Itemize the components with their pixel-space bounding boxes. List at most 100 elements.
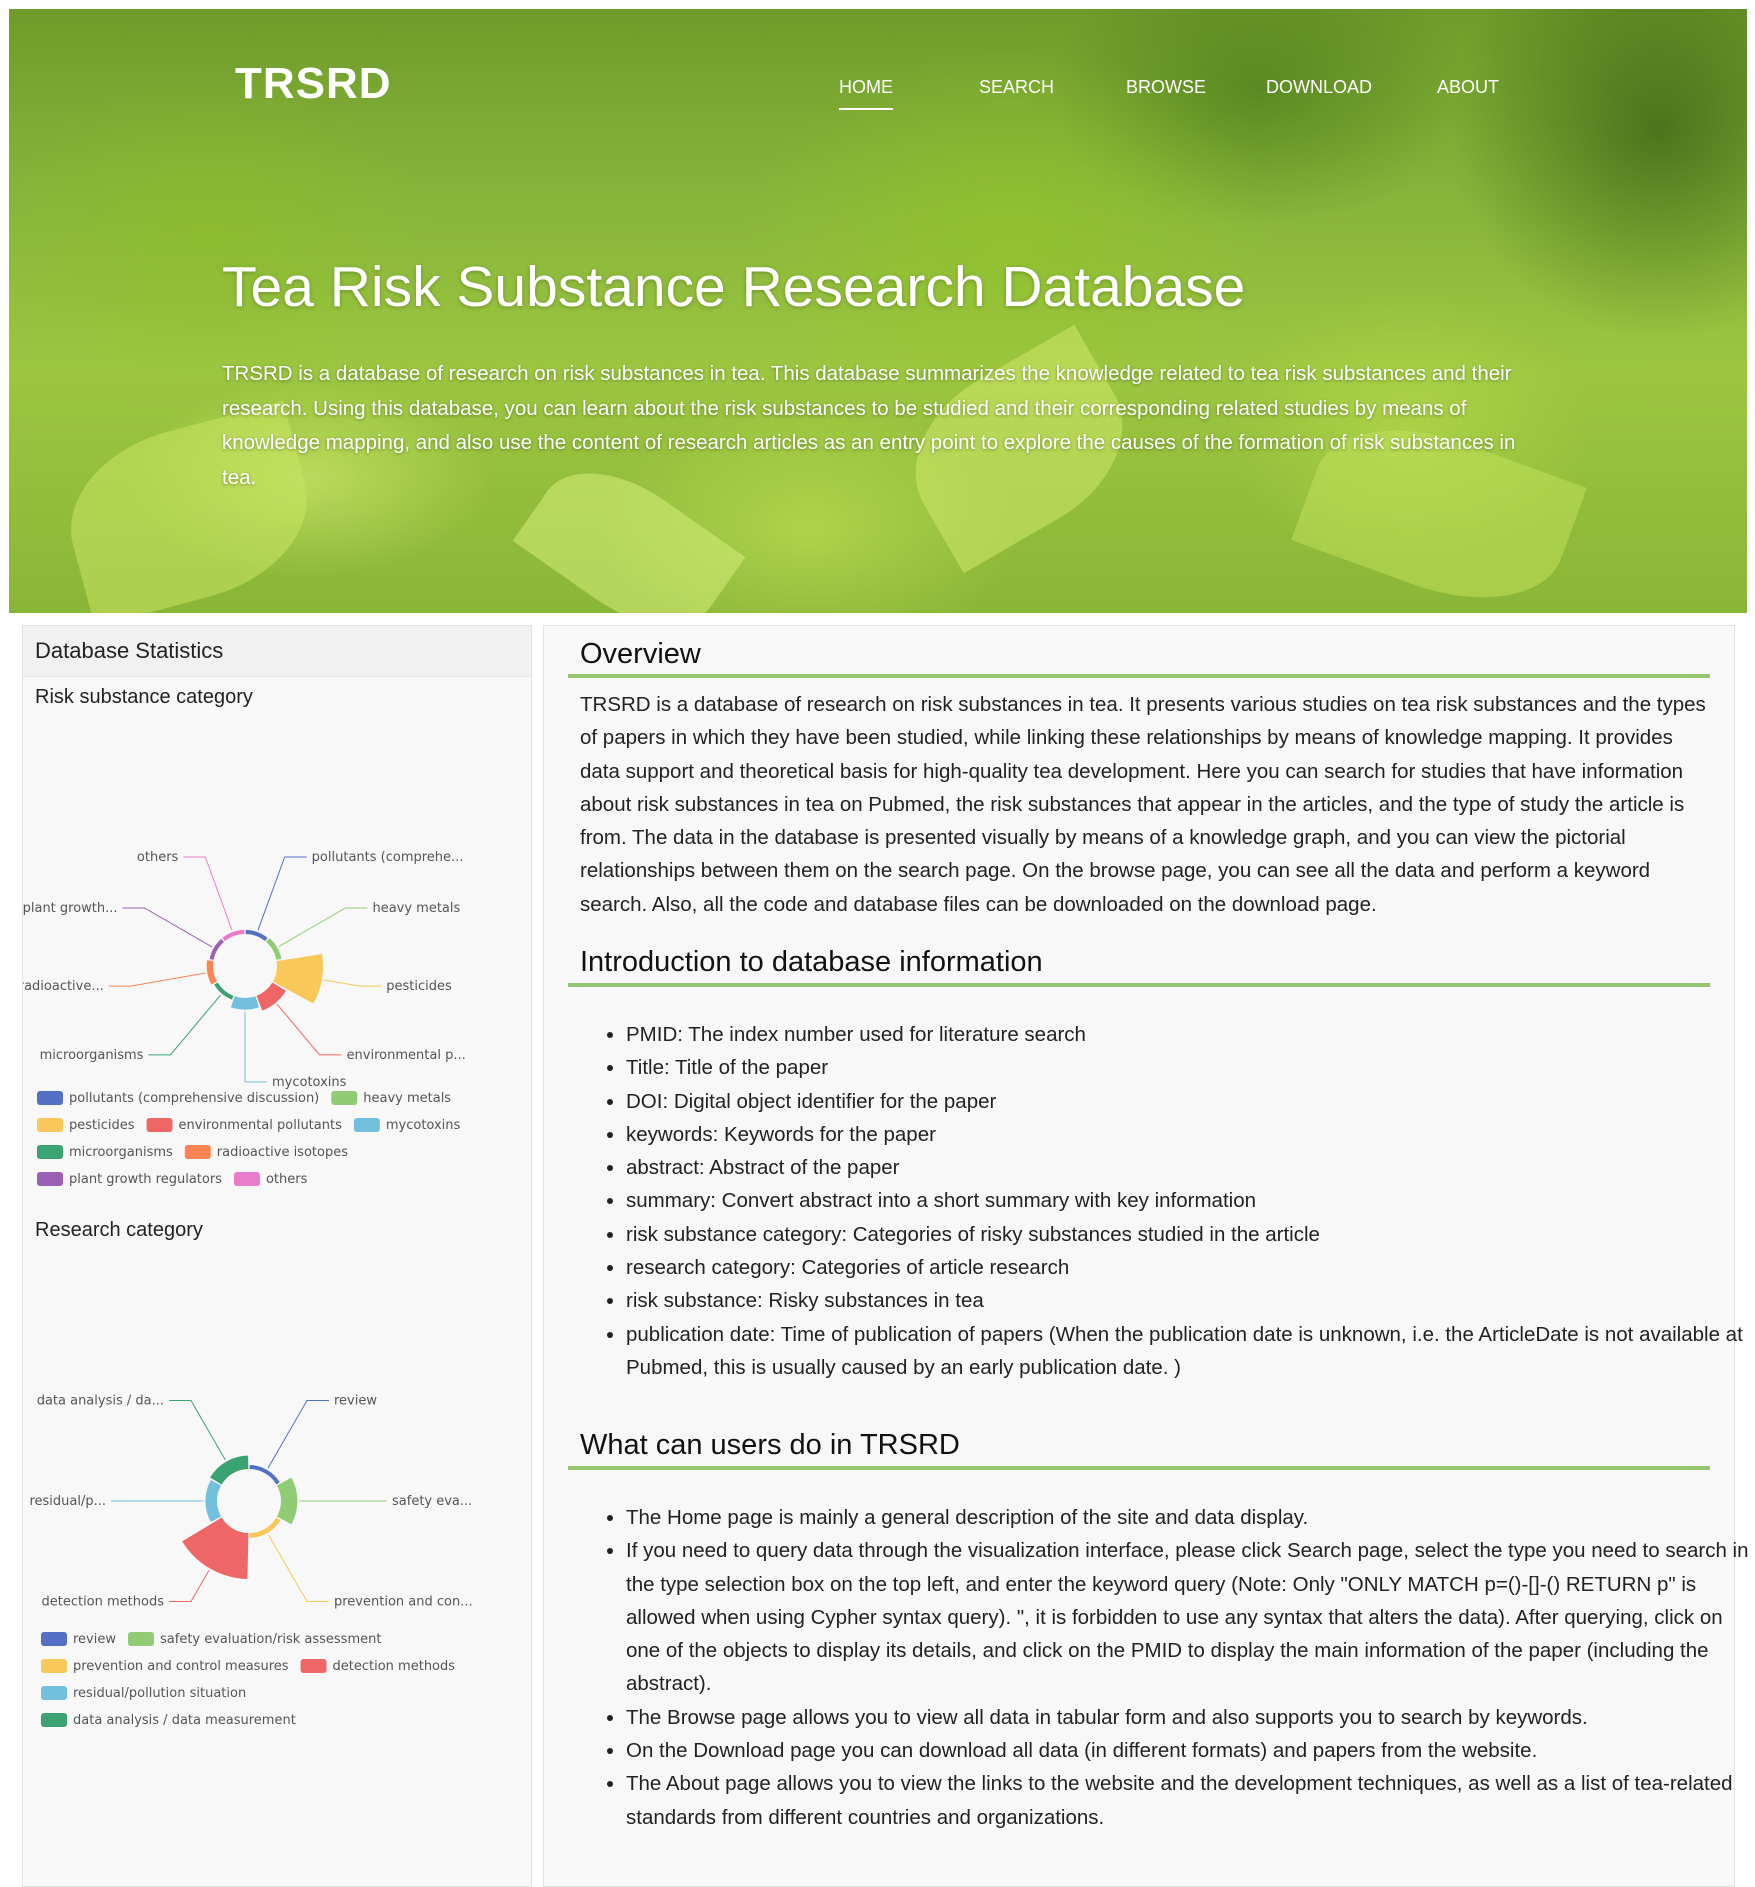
list-item: The Browse page allows you to view all d… <box>626 1701 1755 1734</box>
callout-line <box>169 1570 210 1602</box>
nav-browse[interactable]: BROWSE <box>1126 77 1206 98</box>
list-item: The Home page is mainly a general descri… <box>626 1501 1755 1534</box>
callout-label: detection methods <box>41 1594 164 1609</box>
rose-slice-plant-growth-regulators[interactable] <box>209 938 224 960</box>
callout-line <box>183 856 233 931</box>
section-divider <box>568 983 1710 987</box>
legend-swatch[interactable] <box>128 1632 154 1646</box>
list-item: Title: Title of the paper <box>626 1051 1755 1084</box>
legend-swatch[interactable] <box>41 1659 67 1673</box>
callout-label: review <box>334 1394 377 1409</box>
panel-title: Database Statistics <box>23 626 531 677</box>
legend-swatch[interactable] <box>300 1659 327 1673</box>
legend-swatch[interactable] <box>37 1172 63 1186</box>
rose-slice-radioactive-isotopes[interactable] <box>206 960 217 985</box>
rose-slice-detection-methods[interactable] <box>182 1517 249 1579</box>
research-chart-title: Research category <box>35 1219 203 1241</box>
rose-slice-environmental-pollutants[interactable] <box>256 982 286 1011</box>
legend-label[interactable]: pollutants (comprehensive discussion) <box>69 1091 319 1106</box>
nav-search[interactable]: SEARCH <box>979 77 1054 98</box>
legend-swatch[interactable] <box>233 1172 260 1186</box>
legend-label[interactable]: safety evaluation/risk assessment <box>160 1632 381 1647</box>
legend-swatch[interactable] <box>37 1091 63 1105</box>
callout-line <box>257 856 307 931</box>
legend-label[interactable]: environmental pollutants <box>179 1118 343 1133</box>
site-logo[interactable]: TRSRD <box>235 59 392 109</box>
callout-label: environmental p... <box>347 1048 466 1063</box>
legend-label[interactable]: data analysis / data measurement <box>73 1713 296 1728</box>
hero-title: Tea Risk Substance Research Database <box>222 255 1246 319</box>
callout-line <box>276 1003 342 1056</box>
overview-text: TRSRD is a database of research on risk … <box>580 693 1706 916</box>
database-statistics-panel: Database Statistics Risk substance categ… <box>19 625 532 1887</box>
list-item: publication date: Time of publication of… <box>626 1318 1755 1385</box>
risk-substance-rose-chart[interactable]: pollutants (comprehe... heavy metals pesti… <box>19 816 531 1196</box>
list-item: If you need to query data through the vi… <box>626 1534 1755 1700</box>
legend-label[interactable]: residual/pollution situation <box>73 1686 246 1701</box>
intro-title: Introduction to database information <box>580 946 1043 978</box>
list-item: The About page allows you to view the li… <box>626 1767 1755 1834</box>
callout-label: safety eva... <box>392 1494 472 1509</box>
legend-swatch[interactable] <box>331 1091 358 1105</box>
nav-about[interactable]: ABOUT <box>1437 77 1499 98</box>
legend-swatch[interactable] <box>41 1686 67 1700</box>
rose-slice-residual-pollution-situation[interactable] <box>205 1479 221 1523</box>
list-item: summary: Convert abstract into a short s… <box>626 1184 1755 1217</box>
legend-swatch[interactable] <box>41 1713 67 1727</box>
legend-label[interactable]: pesticides <box>69 1118 135 1133</box>
callout-line <box>323 979 382 987</box>
callout-line <box>268 1534 329 1602</box>
legend-label[interactable]: prevention and control measures <box>73 1659 289 1674</box>
rose-slice-review[interactable] <box>249 1465 280 1485</box>
section-divider <box>568 1466 1710 1470</box>
research-category-chart[interactable]: review safety eva... prevention and con...… <box>23 1351 531 1731</box>
legend-label[interactable]: radioactive isotopes <box>217 1145 348 1160</box>
rose-slice-mycotoxins[interactable] <box>230 996 260 1010</box>
callout-label: heavy metals <box>372 901 460 916</box>
overview-title: Overview <box>580 638 701 670</box>
callout-label: prevention and con... <box>334 1594 473 1609</box>
rose-slice-data-analysis-data-measurement[interactable] <box>210 1455 249 1485</box>
legend-swatch[interactable] <box>37 1118 63 1132</box>
users-list: The Home page is mainly a general descri… <box>580 1501 1755 1834</box>
callout-line <box>122 907 213 948</box>
callout-label: microorganisms <box>40 1048 144 1063</box>
callout-line <box>108 972 206 987</box>
callout-line <box>169 1400 226 1461</box>
legend-label[interactable]: plant growth regulators <box>69 1172 222 1187</box>
callout-line <box>148 994 221 1056</box>
rose-slice-prevention-and-control-measures[interactable] <box>249 1517 281 1538</box>
users-title: What can users do in TRSRD <box>580 1429 960 1461</box>
intro-list: PMID: The index number used for literatu… <box>580 1018 1755 1384</box>
list-item: On the Download page you can download al… <box>626 1734 1755 1767</box>
legend-swatch[interactable] <box>184 1145 211 1159</box>
callout-label: plant growth... <box>23 901 118 916</box>
callout-label: pollutants (comprehe... <box>312 850 464 865</box>
nav-download[interactable]: DOWNLOAD <box>1266 77 1372 98</box>
legend-label[interactable]: detection methods <box>333 1659 456 1674</box>
rose-slice-heavy-metals[interactable] <box>266 938 282 960</box>
callout-label: data analysis / da... <box>37 1394 164 1409</box>
legend-label[interactable]: heavy metals <box>363 1091 451 1106</box>
callout-label: pesticides <box>386 979 452 994</box>
legend-swatch[interactable] <box>41 1632 67 1646</box>
callout-line <box>278 907 368 947</box>
callout-label: radioactive... <box>23 979 104 994</box>
legend-label[interactable]: microorganisms <box>69 1145 173 1160</box>
legend-label[interactable]: review <box>73 1632 116 1647</box>
legend-label[interactable]: others <box>266 1172 308 1187</box>
legend-label[interactable]: mycotoxins <box>386 1118 461 1133</box>
callout-line <box>267 1400 329 1469</box>
risk-substance-chart[interactable]: pollutants (comprehe... heavy metals pesti… <box>19 816 531 1196</box>
research-category-rose-chart[interactable]: review safety eva... prevention and con...… <box>23 1351 531 1731</box>
legend-swatch[interactable] <box>146 1118 173 1132</box>
rose-slice-others[interactable] <box>222 929 245 942</box>
rose-slice-microorganisms[interactable] <box>214 982 234 1000</box>
legend-swatch[interactable] <box>37 1145 63 1159</box>
rose-slice-pollutants-comprehensive-discussion[interactable] <box>245 929 268 942</box>
legend-swatch[interactable] <box>353 1118 380 1132</box>
list-item: research category: Categories of article… <box>626 1251 1755 1284</box>
nav-home[interactable]: HOME <box>839 77 893 110</box>
rose-slice-safety-evaluation-risk-assessment[interactable] <box>277 1477 298 1525</box>
callout-label: mycotoxins <box>272 1075 347 1090</box>
